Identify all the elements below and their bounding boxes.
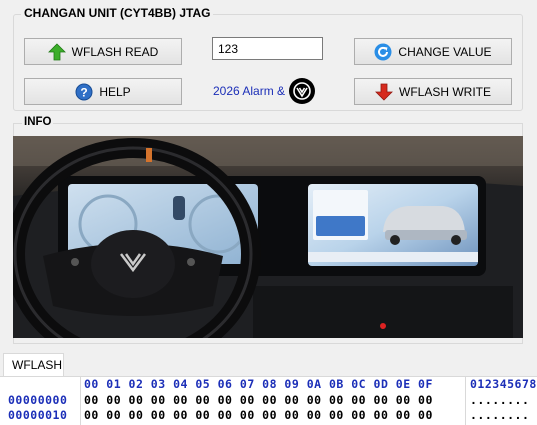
change-value-label: CHANGE VALUE [398,44,492,59]
brand-logo-icon [289,78,316,104]
wflash-read-label: WFLASH READ [71,44,159,59]
hex-row-bytes[interactable]: 00 00 00 00 00 00 00 00 00 00 00 00 00 0… [84,408,433,424]
tab-wflash[interactable]: WFLASH [3,353,64,377]
group-title: CHANGAN UNIT (CYT4BB) JTAG [21,6,214,20]
hex-row-address: 00000010 [8,408,68,422]
ascii-column-header: 012345678 [470,377,537,391]
info-title: INFO [22,116,54,128]
hex-separator [465,376,466,425]
hex-row-ascii: ........ [470,408,530,422]
value-input[interactable] [212,37,323,60]
wflash-write-label: WFLASH WRITE [399,84,491,99]
help-icon: ? [75,83,93,101]
alarm-text: 2026 Alarm & [213,84,286,98]
hex-column-header: 00 01 02 03 04 05 06 07 08 09 0A 0B 0C 0… [84,377,433,391]
alarm-brand: 2026 Alarm & [213,78,316,104]
help-label: HELP [99,84,131,99]
hex-separator [80,376,81,425]
hex-row-ascii: ........ [470,393,530,407]
refresh-icon [374,43,392,61]
arrow-up-icon [47,42,66,61]
wflash-read-button[interactable]: WFLASH READ [24,38,182,65]
car-interior-photo [13,136,523,338]
svg-text:?: ? [81,85,88,99]
change-value-button[interactable]: CHANGE VALUE [354,38,512,65]
hex-row-address: 00000000 [8,393,68,407]
help-button[interactable]: ? HELP [24,78,182,105]
arrow-down-icon [375,83,393,101]
hex-row-bytes[interactable]: 00 00 00 00 00 00 00 00 00 00 00 00 00 0… [84,393,433,409]
wflash-write-button[interactable]: WFLASH WRITE [354,78,512,105]
